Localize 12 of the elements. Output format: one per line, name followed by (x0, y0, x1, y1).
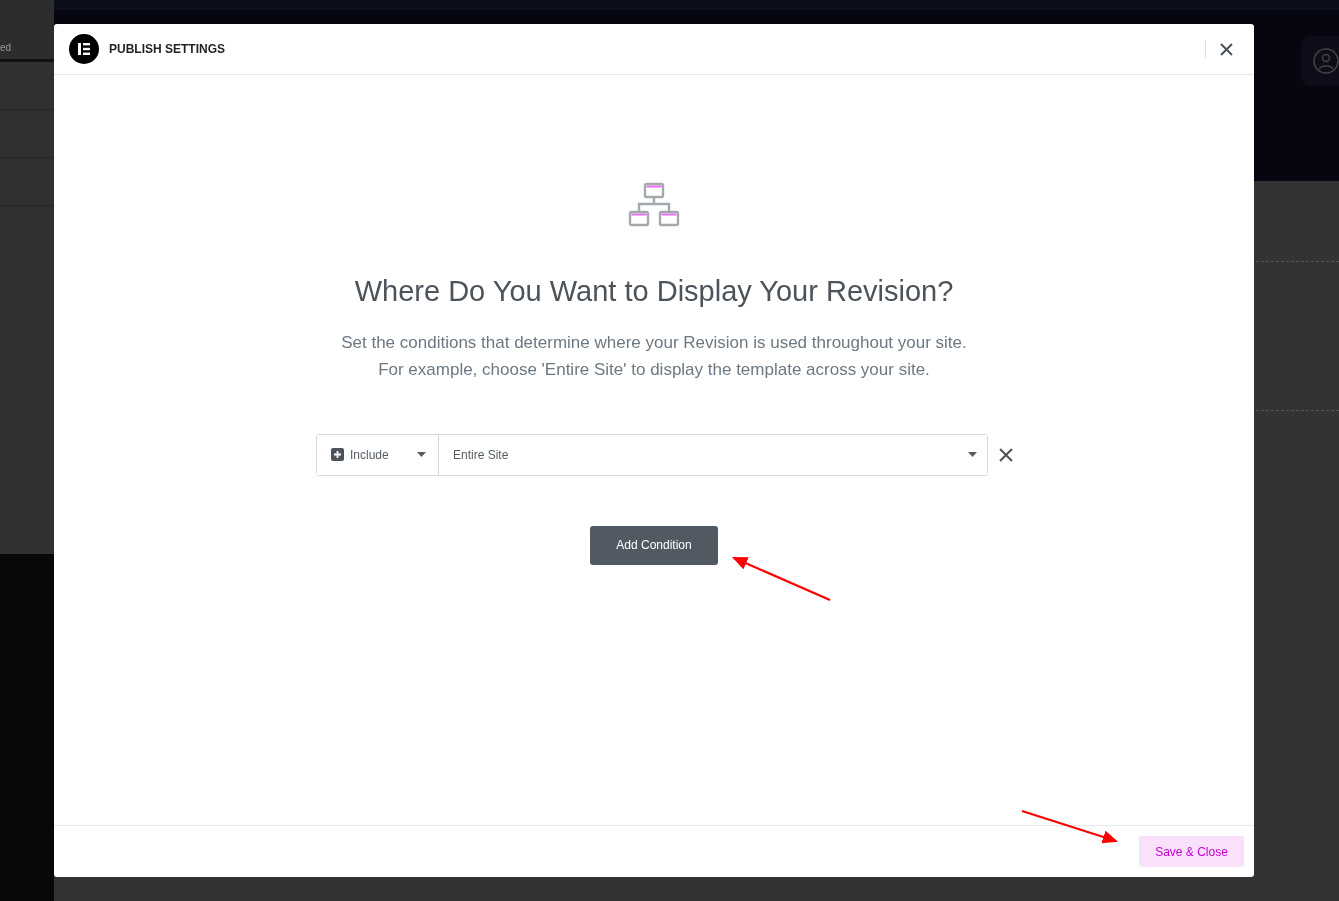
remove-condition-button[interactable] (999, 447, 1013, 462)
sitemap-icon (628, 182, 680, 228)
dialog-heading: Where Do You Want to Display Your Revision? (354, 274, 954, 309)
add-condition-button[interactable]: Add Condition (590, 525, 718, 565)
tab-label: ed (0, 41, 12, 55)
save-close-button[interactable]: Save & Close (1139, 836, 1244, 867)
dialog-title: PUBLISH SETTINGS (109, 41, 225, 58)
description-text: Set the conditions that determine where your Revision is used throughout your site. For example, choose 'Entire Site' to display the template across your site. (341, 331, 967, 381)
user-icon (1313, 48, 1339, 74)
close-icon (1220, 42, 1233, 56)
close-icon (999, 447, 1013, 462)
logo-icon (69, 34, 99, 64)
